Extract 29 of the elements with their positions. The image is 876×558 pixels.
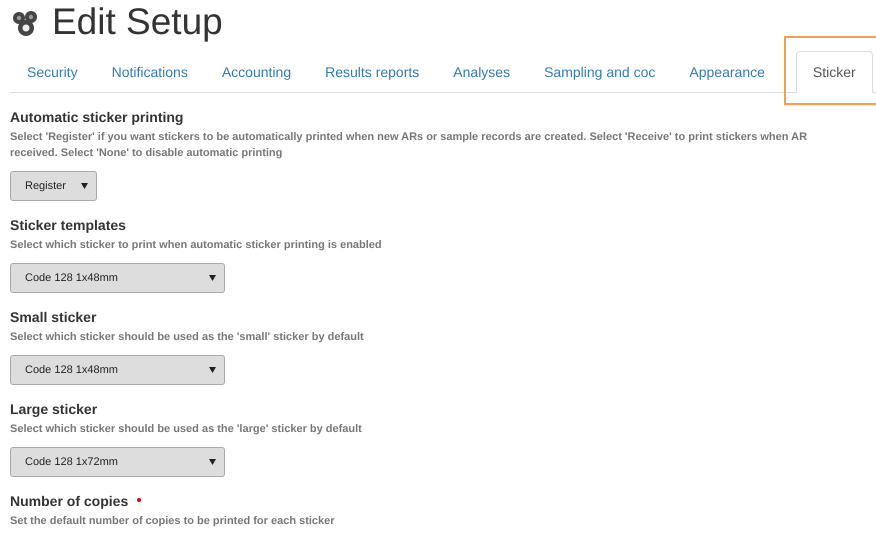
field-label: Number of copies xyxy=(10,493,128,509)
page-title: Edit Setup xyxy=(52,2,223,42)
gears-icon xyxy=(10,10,40,38)
dropdown[interactable]: Code 128 1x48mm xyxy=(10,263,225,293)
field-description: Select which sticker should be used as the 'large' sticker by default xyxy=(10,422,363,437)
field-description: Select which sticker should be used as the 'small' sticker by default xyxy=(10,330,365,345)
field-label: Automatic sticker printing xyxy=(10,109,184,125)
caret-icon xyxy=(209,367,216,373)
tab[interactable]: Analyses xyxy=(436,51,528,93)
field-description: received. Select 'None' to disable automatic printing xyxy=(10,146,284,161)
dropdown[interactable]: Register xyxy=(10,171,97,201)
tab[interactable]: Sampling and coc xyxy=(527,51,672,93)
dropdown[interactable]: Code 128 1x48mm xyxy=(10,355,225,385)
caret-icon xyxy=(81,183,88,189)
field-description: Select 'Register' if you want stickers to be automatically printed when new ARs or sample records are created. Select 'Receive' to print stickers when AR xyxy=(10,130,808,145)
dropdown[interactable]: Code 128 1x72mm xyxy=(10,447,225,477)
field-label: Sticker templates xyxy=(10,217,126,233)
tab[interactable]: Results reports xyxy=(308,51,436,93)
tab[interactable]: Notifications xyxy=(94,51,205,93)
field-label: Large sticker xyxy=(10,401,98,417)
tab[interactable]: Security xyxy=(10,51,95,93)
tab[interactable]: Appearance xyxy=(672,51,782,93)
caret-icon xyxy=(209,275,216,281)
tab[interactable]: Accounting xyxy=(204,51,308,93)
field-description: Select which sticker to print when automatic sticker printing is enabled xyxy=(10,238,383,253)
tab[interactable]: Sticker xyxy=(796,51,873,93)
field-label: Small sticker xyxy=(10,309,96,325)
field-description: Set the default number of copies to be printed for each sticker xyxy=(10,514,336,529)
caret-icon xyxy=(209,459,216,465)
